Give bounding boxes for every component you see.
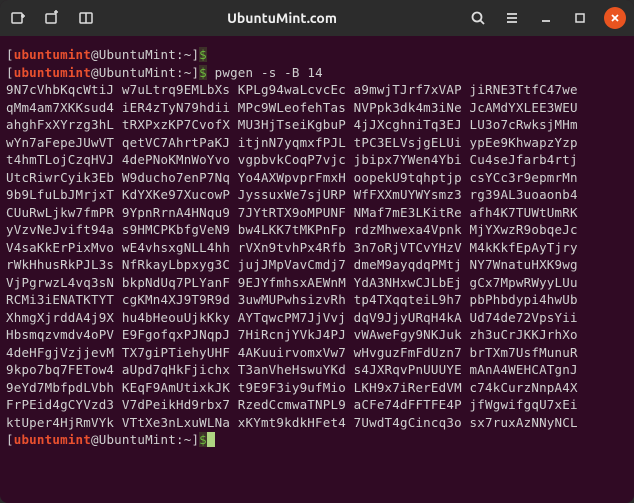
- output-line: qMm4am7XKKsud4 iER4zTyN79hdii MPc9WLeofe…: [6, 100, 578, 115]
- prompt-close: ]: [191, 432, 199, 447]
- prompt-sigil: $: [199, 65, 207, 80]
- new-tab-icon[interactable]: [8, 8, 28, 28]
- command-text: pwgen -s -B 14: [207, 65, 323, 80]
- prompt-close: ]: [191, 47, 199, 62]
- terminal-window: UbuntuMint.com: [0, 0, 634, 503]
- cursor: [207, 432, 215, 447]
- window-title: UbuntuMint.com: [227, 10, 337, 26]
- output-line: ahghFxXYrzg3hL tRXPxzKP7CvofX MU3HjTseiK…: [6, 117, 578, 132]
- menu-icon[interactable]: [502, 8, 522, 28]
- terminal-body[interactable]: [ubuntumint@UbuntuMint:~]$ [ubuntumint@U…: [0, 36, 634, 503]
- prompt-user: ubuntumint: [14, 47, 91, 62]
- output-line: XhmgXjrddA4j9X hu4bHeouUjkKky AYTqwcPM7J…: [6, 310, 578, 325]
- new-window-icon[interactable]: [42, 8, 62, 28]
- output-line: UtcRiwrCyik3Eb W9ducho7enP7Nq Yo4AXWpvpr…: [6, 170, 578, 185]
- prompt-open: [: [6, 432, 14, 447]
- titlebar-right: [468, 7, 626, 29]
- output-line: RCMi3iENATKTYT cgKMn4XJ9T9R9d 3uwMUPwhsi…: [6, 292, 578, 307]
- titlebar: UbuntuMint.com: [0, 0, 634, 36]
- titlebar-left: [8, 8, 96, 28]
- output-line: wYn7aFepeJUwVT qetVC7AhrtPaKJ itjnN7yqmx…: [6, 135, 578, 150]
- prompt-host: @UbuntuMint:~: [91, 47, 191, 62]
- prompt-user: ubuntumint: [14, 432, 91, 447]
- output-line: 9kpo7bq7FETow4 aUpd7qHkFjichx T3anVheHsw…: [6, 362, 578, 377]
- output-line: 9b9LfuLbJMrjxT KdYXKe97XucowP JyssuxWe7s…: [6, 187, 578, 202]
- output-line: t4hmTLojCzqHVJ 4dePNoKMnWoYvo vgpbvkCoqP…: [6, 152, 578, 167]
- prompt-close: ]: [191, 65, 199, 80]
- prompt-sigil: $: [199, 432, 207, 447]
- prompt-open: [: [6, 65, 14, 80]
- prompt-host: @UbuntuMint:~: [91, 432, 191, 447]
- output-line: Hbsmqzvmdv4oPV E9FgofqxPJNqpJ 7HiRcnjYVk…: [6, 327, 578, 342]
- output-line: FrPEid4gCYVzd3 V7dPeikHd9rbx7 RzedCcmwaT…: [6, 397, 578, 412]
- prompt-user: ubuntumint: [14, 65, 91, 80]
- output-line: 4deHFgjVzjjevM TX7giPTiehyUHF 4AKuuirvom…: [6, 345, 578, 360]
- prompt-open: [: [6, 47, 14, 62]
- maximize-icon[interactable]: [570, 8, 590, 28]
- close-button[interactable]: [604, 7, 626, 29]
- output-line: 9eYd7MbfpdLVbh KEqF9AmUtixkJK t9E9F3iy9u…: [6, 380, 578, 395]
- search-icon[interactable]: [468, 8, 488, 28]
- output-line: CUuRwLjkw7fmPR 9YpnRrnA4HNqu9 7JYtRTX9oM…: [6, 205, 578, 220]
- prompt-host: @UbuntuMint:~: [91, 65, 191, 80]
- output-line: rWkHhusRkPJL3s NfRkayLbpxyg3C jujJMpVavC…: [6, 257, 578, 272]
- output-line: 9N7cVhbKqcWtiJ w7uLtrq9EMLbXs KPLg94waLc…: [6, 82, 578, 97]
- output-line: ktUper4HjRmVYk VTtXe3nLxuWLNa xKYmt9kdkH…: [6, 415, 578, 430]
- prompt-sigil: $: [199, 47, 207, 62]
- output-line: V4saKkErPixMvo wE4vhsxgNLL4hh rVXn9tvhPx…: [6, 240, 578, 255]
- output-line: yVzvNeJvift94a s9HMCPKbfgVeN9 bw4LKK7tMK…: [6, 222, 578, 237]
- minimize-icon[interactable]: [536, 8, 556, 28]
- split-icon[interactable]: [76, 8, 96, 28]
- output-line: VjPgrwzL4vq3sN bkpNdUq7PLYanF 9EJYfmhsxA…: [6, 275, 578, 290]
